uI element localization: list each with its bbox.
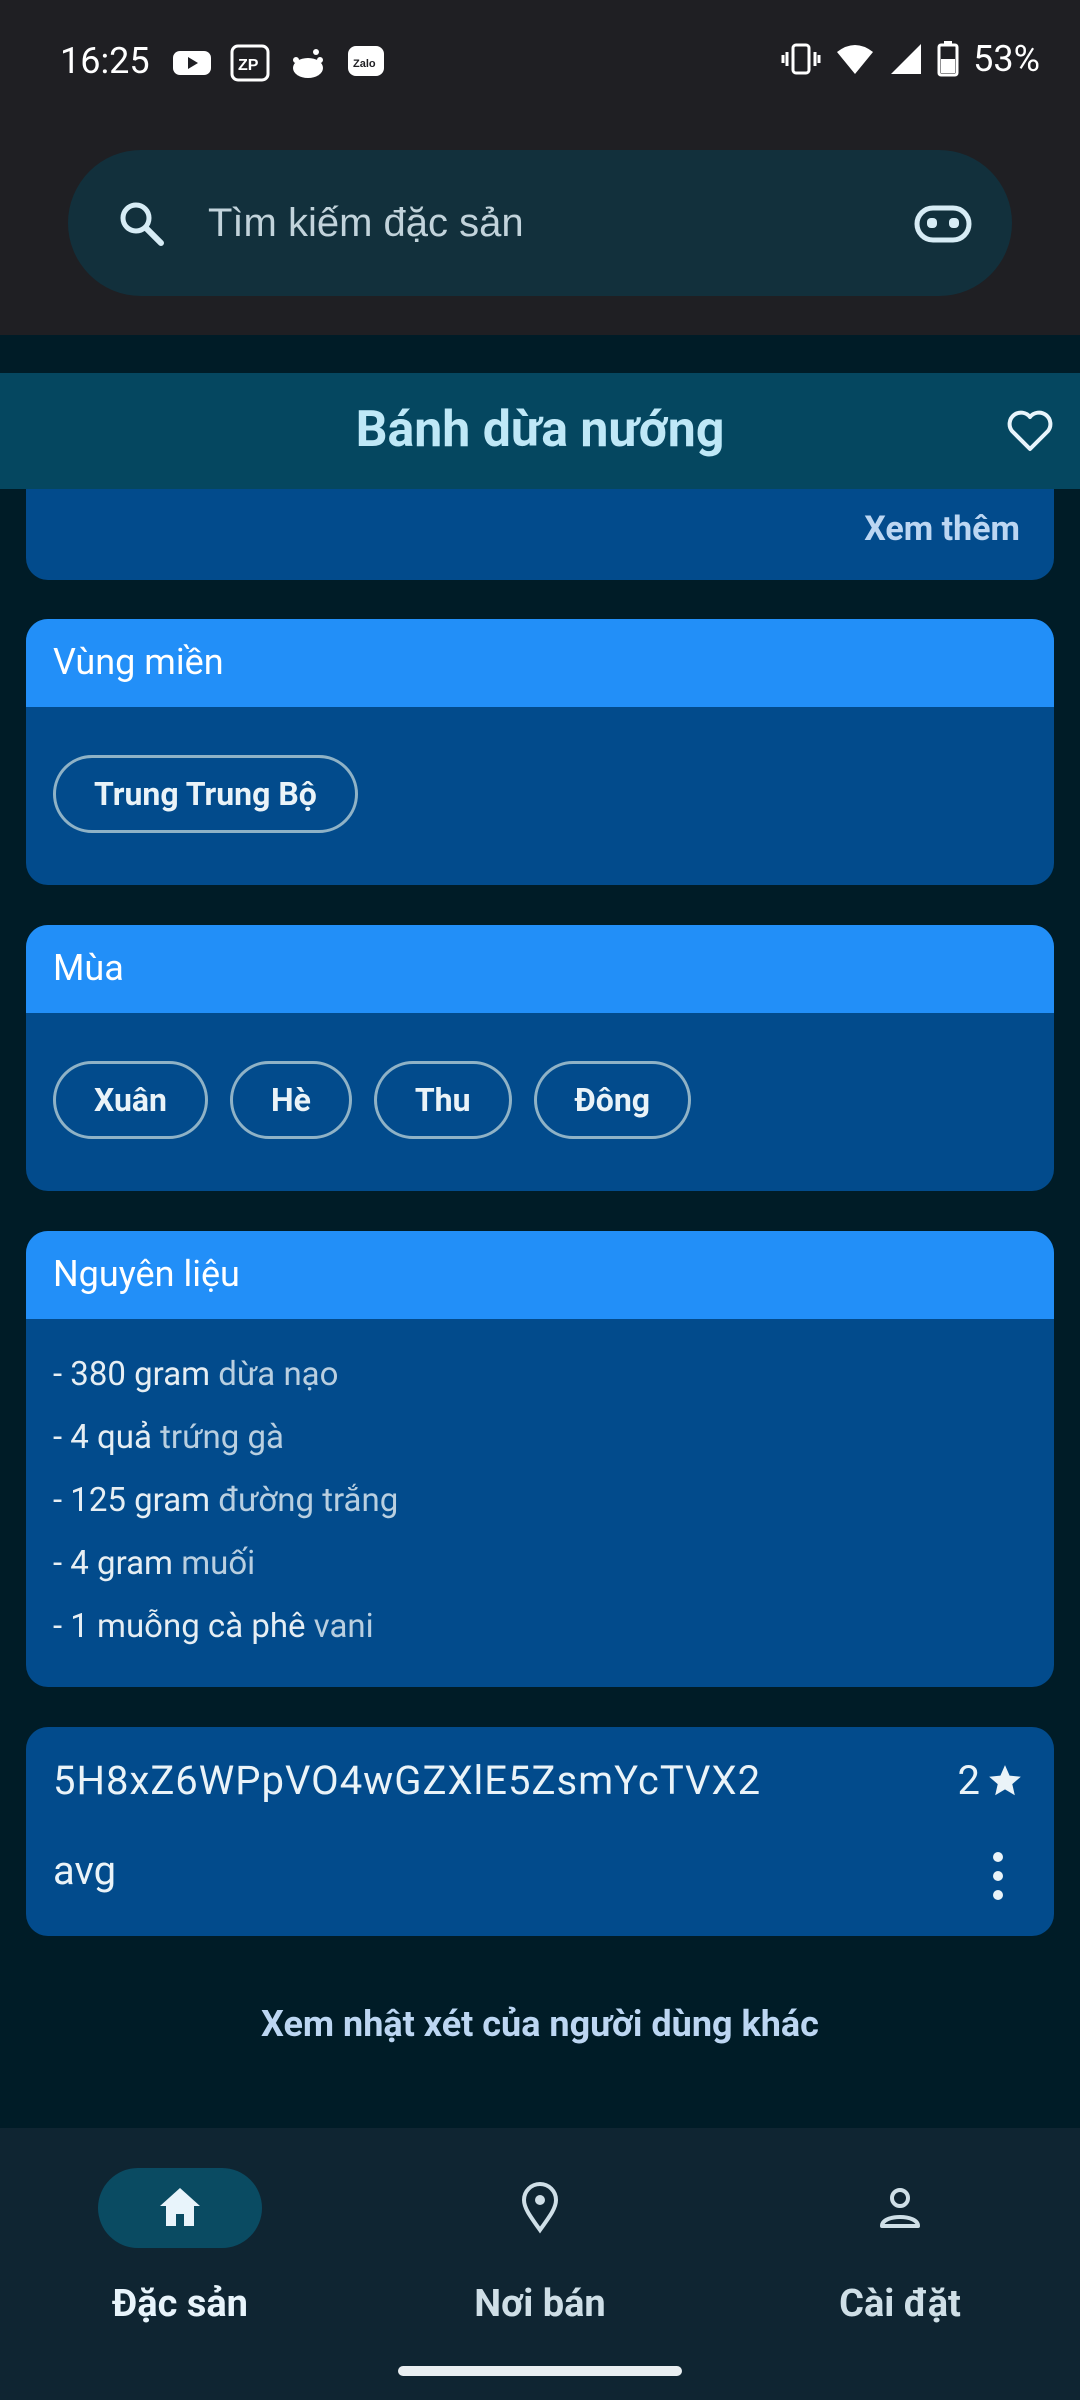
zalopay-icon: ZP (230, 44, 270, 82)
season-header: Mùa (26, 925, 1054, 1013)
status-time: 16:25 (60, 40, 150, 82)
ingredient-item: - 4 gram muối (53, 1544, 256, 1583)
see-more-link[interactable]: Xem thêm (864, 509, 1020, 549)
season-card: Mùa Xuân Hè Thu Đông (26, 925, 1054, 1191)
rating-value: 2 (957, 1757, 980, 1804)
ingredients-card: Nguyên liệu - 380 gram dừa nạo - 4 quả t… (26, 1231, 1054, 1687)
review-rating: 2 (958, 1757, 1024, 1804)
svg-text:Zalo: Zalo (353, 58, 376, 70)
home-indicator[interactable] (398, 2366, 682, 2376)
search-bar[interactable] (68, 150, 1012, 296)
ingredient-item: - 125 gram đường trắng (53, 1481, 399, 1520)
wifi-icon (837, 45, 874, 74)
person-icon (880, 2188, 920, 2228)
nav-item-settings[interactable]: Cài đặt (720, 2160, 1080, 2326)
other-reviews-link[interactable]: Xem nhật xét của người dùng khác (0, 2003, 1080, 2045)
review-user-id: 5H8xZ6WPpVO4wGZXlE5ZsmYcTVX2 (53, 1757, 762, 1804)
heart-icon[interactable] (1006, 409, 1054, 453)
page-title: Bánh dừa nướng (355, 401, 725, 459)
season-chip-summer[interactable]: Hè (229, 1061, 352, 1139)
season-title: Mùa (53, 947, 124, 989)
review-card: 5H8xZ6WPpVO4wGZXlE5ZsmYcTVX2 2 avg (26, 1727, 1054, 1936)
review-text: avg (53, 1847, 117, 1894)
season-chip-autumn[interactable]: Thu (373, 1061, 512, 1139)
youtube-icon (173, 51, 211, 75)
vibrate-icon (781, 43, 821, 75)
vr-headset-icon[interactable] (914, 202, 972, 246)
search-area (0, 130, 1080, 335)
region-title: Vùng miền (53, 641, 224, 683)
season-chip-winter[interactable]: Đông (533, 1061, 692, 1139)
status-bar: 16:25 ZP Zalo 53% (0, 0, 1080, 130)
signal-icon (891, 44, 922, 74)
region-chip[interactable]: Trung Trung Bộ (53, 755, 358, 833)
zalo-icon: Zalo (348, 46, 384, 76)
nav-item-specialties[interactable]: Đặc sản (0, 2160, 360, 2326)
location-pin-icon (521, 2182, 559, 2234)
ingredient-item: - 1 muỗng cà phê vani (53, 1607, 374, 1646)
region-card: Vùng miền Trung Trung Bộ (26, 619, 1054, 885)
season-chip-spring[interactable]: Xuân (53, 1061, 208, 1139)
ingredients-title: Nguyên liệu (53, 1253, 240, 1295)
nav-label: Cài đặt (839, 2282, 961, 2326)
home-icon (160, 2188, 200, 2226)
region-header: Vùng miền (26, 619, 1054, 707)
title-bar: Bánh dừa nướng (0, 373, 1080, 489)
battery-icon (937, 41, 959, 77)
nav-label: Đặc sản (112, 2282, 248, 2326)
ingredients-header: Nguyên liệu (26, 1231, 1054, 1319)
nav-item-shops[interactable]: Nơi bán (360, 2160, 720, 2326)
reddit-icon (293, 49, 323, 78)
star-icon (989, 1764, 1021, 1795)
more-options-icon[interactable] (992, 1851, 1004, 1901)
battery-percent: 53% (973, 38, 1040, 80)
ingredient-item: - 380 gram dừa nạo (53, 1355, 339, 1394)
search-icon[interactable] (116, 198, 166, 248)
search-input[interactable] (206, 182, 910, 264)
description-card: Xem thêm (26, 489, 1054, 580)
bottom-navigation: Đặc sản Nơi bán Cài đặt (0, 2128, 1080, 2400)
ingredient-item: - 4 quả trứng gà (53, 1418, 284, 1457)
nav-label: Nơi bán (474, 2282, 606, 2326)
svg-text:ZP: ZP (238, 57, 259, 74)
